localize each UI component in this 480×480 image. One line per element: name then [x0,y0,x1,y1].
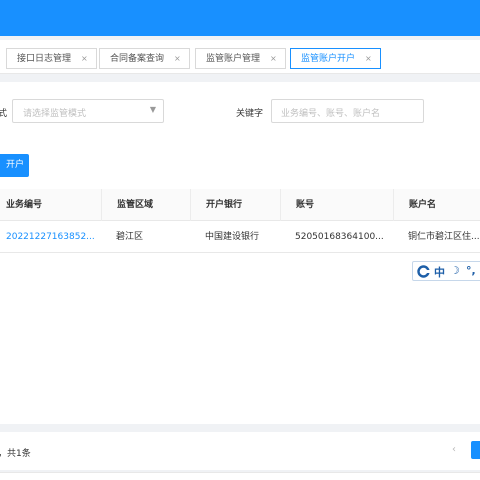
tab-label: 监管账户管理 [206,54,261,64]
punctuation-icon[interactable]: °, [466,264,476,277]
caret-down-icon: ▼ [149,105,156,114]
column-header: 监管区域 [101,189,190,221]
close-icon[interactable]: × [365,54,372,63]
tab-label: 接口日志管理 [17,54,72,64]
tab-label: 监管账户开户 [301,54,356,64]
tab-label: 合同备案查询 [110,54,165,64]
column-header: 账户名 [393,189,480,221]
pagination-footer: ，共1条 ‹ [0,432,480,470]
close-icon[interactable]: × [270,54,277,63]
mode-label: 式 [0,109,8,119]
tab-account-management[interactable]: 监管账户管理 × [195,48,286,69]
table-header: 业务编号 监管区域 开户银行 账号 账户名 [0,189,480,221]
ime-toolbar[interactable]: 中 ☽ °, [412,261,480,281]
column-header: 开户银行 [190,189,280,221]
keyword-input[interactable]: 业务编号、账号、账户名 [271,99,424,123]
main-panel: 式 请选择监管模式 ▼ 关键字 业务编号、账号、账户名 开户 业务编号 监管区域… [0,82,480,424]
column-header: 账号 [280,189,393,221]
ime-logo-icon [417,265,430,278]
tab-contract-filing[interactable]: 合同备案查询 × [99,48,190,69]
total-count: ，共1条 [0,449,31,459]
column-header: 业务编号 [6,200,43,210]
top-header-bar [0,0,480,36]
bank-cell: 中国建设银行 [205,232,260,242]
keyword-label: 关键字 [236,109,264,119]
business-number-link[interactable]: 20221227163852... [0,221,101,253]
page-number-button[interactable] [471,441,480,459]
close-icon[interactable]: × [81,54,88,63]
tab-account-opening[interactable]: 监管账户开户 × [290,48,381,69]
ime-mode[interactable]: 中 [434,264,445,280]
region-cell: 碧江区 [116,232,144,242]
open-account-button[interactable]: 开户 [0,154,29,177]
close-icon[interactable]: × [174,54,181,63]
keyword-placeholder: 业务编号、账号、账户名 [281,109,381,119]
tab-interface-log[interactable]: 接口日志管理 × [6,48,97,69]
prev-page-icon[interactable]: ‹ [452,444,456,455]
mode-placeholder: 请选择监管模式 [23,109,87,119]
table-row[interactable]: 20221227163852... 碧江区 中国建设银行 52050168364… [0,221,480,253]
account-name-cell: 铜仁市碧江区住... [408,232,480,242]
bottom-panel [0,472,480,480]
account-number-cell: 52050168364100... [295,232,384,242]
moon-icon[interactable]: ☽ [450,264,460,277]
mode-select[interactable]: 请选择监管模式 ▼ [12,99,164,123]
tab-bar: 接口日志管理 × 合同备案查询 × 监管账户管理 × 监管账户开户 × [0,40,480,74]
